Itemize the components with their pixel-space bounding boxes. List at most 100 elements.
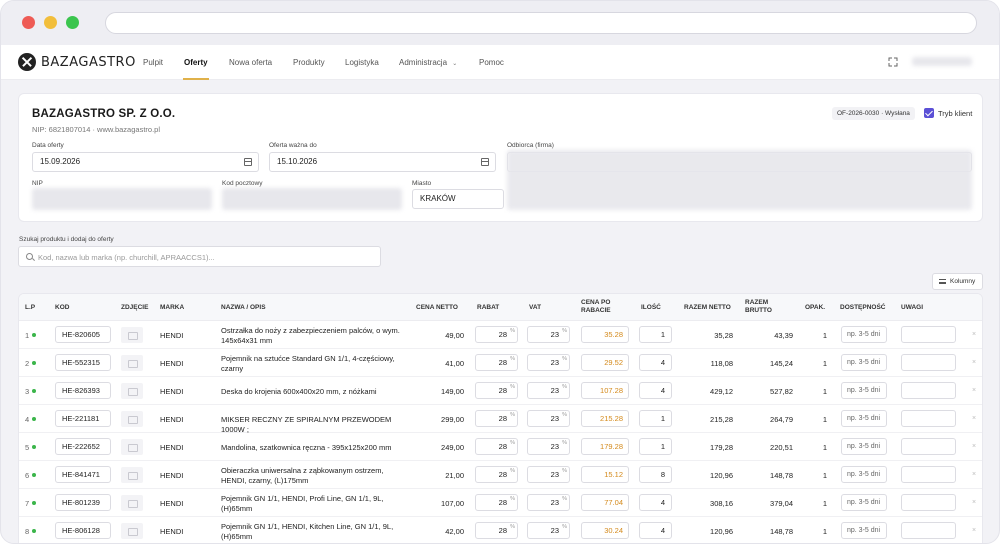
table-row[interactable]: 6 HE-841471 HENDI Obieraczka uniwersalna z … — [19, 461, 982, 489]
table-row[interactable]: 5 HE-222652 HENDI Mandolina, szatkownica rę… — [19, 433, 982, 461]
table-row[interactable]: 3 HE-826393 HENDI Deska do krojenia 600x400… — [19, 377, 982, 405]
col-vat[interactable]: VAT — [529, 304, 541, 312]
quantity-input[interactable]: 8 — [639, 466, 672, 483]
discount-input[interactable]: 28% — [475, 466, 518, 483]
quantity-input[interactable]: 4 — [639, 382, 672, 399]
discount-input[interactable]: 28% — [475, 438, 518, 455]
valid-until-input[interactable]: 15.10.2026 — [269, 152, 496, 172]
product-code-input[interactable]: HE-820605 — [55, 326, 111, 343]
product-code-input[interactable]: HE-222652 — [55, 438, 111, 455]
remove-row-icon[interactable]: × — [972, 527, 976, 534]
discounted-price-input[interactable]: 77.04 — [581, 494, 629, 511]
quantity-input[interactable]: 4 — [639, 494, 672, 511]
col-razem-brutto[interactable]: RAZEM BRUTTO — [745, 299, 777, 315]
discount-input[interactable]: 28% — [475, 410, 518, 427]
close-window-icon[interactable] — [22, 16, 35, 29]
col-opak[interactable]: OPAK. — [805, 304, 825, 312]
client-mode-checkbox[interactable] — [924, 108, 934, 118]
col-lp[interactable]: L.P — [25, 304, 35, 312]
table-row[interactable]: 4 HE-221181 HENDI MIKSER RECZNY ZE SPIRALNY… — [19, 405, 982, 434]
user-menu[interactable] — [912, 57, 972, 66]
calendar-icon[interactable] — [244, 158, 252, 166]
discounted-price-input[interactable]: 215.28 — [581, 410, 629, 427]
nav-item-produkty[interactable]: Produkty — [293, 58, 325, 67]
col-nazwa[interactable]: NAZWA / OPIS — [221, 304, 266, 312]
quantity-input[interactable]: 1 — [639, 326, 672, 343]
notes-input[interactable] — [901, 410, 956, 427]
table-row[interactable]: 7 HE-801239 HENDI Pojemnik GN 1/1, HENDI, P… — [19, 489, 982, 517]
availability-input[interactable]: np. 3-5 dni — [841, 410, 887, 427]
minimize-window-icon[interactable] — [44, 16, 57, 29]
remove-row-icon[interactable]: × — [972, 415, 976, 422]
col-zdjecie[interactable]: ZDJĘCIE — [121, 304, 148, 312]
remove-row-icon[interactable]: × — [972, 387, 976, 394]
notes-input[interactable] — [901, 522, 956, 539]
calendar-icon[interactable] — [481, 158, 489, 166]
col-rabat[interactable]: RABAT — [477, 304, 499, 312]
discounted-price-input[interactable]: 35.28 — [581, 326, 629, 343]
product-code-input[interactable]: HE-552315 — [55, 354, 111, 371]
notes-input[interactable] — [901, 354, 956, 371]
nav-item-pulpit[interactable]: Pulpit — [143, 58, 163, 67]
col-ilosc[interactable]: ILOŚĆ — [641, 304, 661, 312]
availability-input[interactable]: np. 3-5 dni — [841, 466, 887, 483]
availability-input[interactable]: np. 3-5 dni — [841, 438, 887, 455]
product-code-input[interactable]: HE-801239 — [55, 494, 111, 511]
col-uwagi[interactable]: UWAGI — [901, 304, 923, 312]
vat-input[interactable]: 23% — [527, 438, 570, 455]
remove-row-icon[interactable]: × — [972, 443, 976, 450]
remove-row-icon[interactable]: × — [972, 471, 976, 478]
col-kod[interactable]: KOD — [55, 304, 69, 312]
offer-date-input[interactable]: 15.09.2026 — [32, 152, 259, 172]
quantity-input[interactable]: 1 — [639, 438, 672, 455]
address-bar[interactable] — [105, 12, 977, 34]
col-dostepnosc[interactable]: DOSTĘPNOŚĆ — [840, 304, 886, 312]
postal-code-input[interactable] — [222, 188, 402, 210]
nav-item-pomoc[interactable]: Pomoc — [479, 58, 504, 67]
col-cena-netto[interactable]: CENA NETTO — [416, 304, 458, 312]
availability-input[interactable]: np. 3-5 dni — [841, 354, 887, 371]
notes-input[interactable] — [901, 326, 956, 343]
vat-input[interactable]: 23% — [527, 466, 570, 483]
vat-input[interactable]: 23% — [527, 410, 570, 427]
col-razem-netto[interactable]: RAZEM NETTO — [684, 304, 731, 312]
notes-input[interactable] — [901, 438, 956, 455]
vat-input[interactable]: 23% — [527, 354, 570, 371]
discounted-price-input[interactable]: 29.52 — [581, 354, 629, 371]
nav-item-oferty[interactable]: Oferty — [184, 58, 208, 67]
nip-input[interactable] — [32, 188, 212, 210]
remove-row-icon[interactable]: × — [972, 359, 976, 366]
quantity-input[interactable]: 4 — [639, 522, 672, 539]
discount-input[interactable]: 28% — [475, 382, 518, 399]
vat-input[interactable]: 23% — [527, 522, 570, 539]
columns-button[interactable]: Kolumny — [932, 273, 983, 290]
fullscreen-icon[interactable] — [888, 57, 898, 67]
product-code-input[interactable]: HE-806128 — [55, 522, 111, 539]
table-row[interactable]: 2 HE-552315 HENDI Pojemnik na sztućce Stand… — [19, 349, 982, 377]
discounted-price-input[interactable]: 15.12 — [581, 466, 629, 483]
discounted-price-input[interactable]: 179.28 — [581, 438, 629, 455]
logo[interactable]: BAZAGASTRO — [18, 53, 136, 71]
nav-item-administracja[interactable]: Administracja ⌄ — [399, 58, 457, 67]
availability-input[interactable]: np. 3-5 dni — [841, 326, 887, 343]
product-code-input[interactable]: HE-221181 — [55, 410, 111, 427]
discount-input[interactable]: 28% — [475, 494, 518, 511]
remove-row-icon[interactable]: × — [972, 331, 976, 338]
discount-input[interactable]: 28% — [475, 522, 518, 539]
table-row[interactable]: 1 HE-820605 HENDI Ostrzałka do noży z zabez… — [19, 321, 982, 349]
vat-input[interactable]: 23% — [527, 494, 570, 511]
discount-input[interactable]: 28% — [475, 326, 518, 343]
availability-input[interactable]: np. 3-5 dni — [841, 494, 887, 511]
product-code-input[interactable]: HE-841471 — [55, 466, 111, 483]
vat-input[interactable]: 23% — [527, 382, 570, 399]
discounted-price-input[interactable]: 107.28 — [581, 382, 629, 399]
discounted-price-input[interactable]: 30.24 — [581, 522, 629, 539]
nav-item-logistyka[interactable]: Logistyka — [345, 58, 379, 67]
notes-input[interactable] — [901, 466, 956, 483]
availability-input[interactable]: np. 3-5 dni — [841, 522, 887, 539]
col-cena-po-rabacie[interactable]: CENA PO RABACIE — [581, 299, 621, 315]
product-search-input[interactable]: Kod, nazwa lub marka (np. churchill, APR… — [18, 246, 381, 267]
remove-row-icon[interactable]: × — [972, 499, 976, 506]
col-marka[interactable]: MARKA — [160, 304, 184, 312]
maximize-window-icon[interactable] — [66, 16, 79, 29]
